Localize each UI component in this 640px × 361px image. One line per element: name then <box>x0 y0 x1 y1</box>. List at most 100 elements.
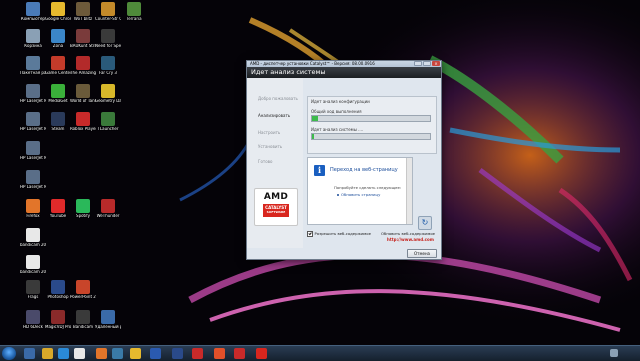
taskbar-media-icon[interactable] <box>58 348 69 359</box>
taskbar-bandicam-icon[interactable] <box>234 348 245 359</box>
desktop-shortcut-label: bandicam 2022-04-10... <box>20 270 46 274</box>
window-titlebar[interactable]: AMD - диспетчер установки Catalyst™ - Ве… <box>247 61 441 67</box>
taskbar-store-icon[interactable] <box>74 348 85 359</box>
geometry-dash-icon <box>101 84 115 98</box>
amd-url-link[interactable]: http://www.amd.com <box>387 237 434 242</box>
desktop-shortcut-label: HD 6Deck <box>23 325 43 329</box>
desktop-shortcut[interactable]: Zona <box>45 29 71 49</box>
desktop-shortcut[interactable]: Frags <box>20 280 46 300</box>
desktop-shortcut[interactable]: HP LaserJet M1130 MFP... <box>20 112 46 132</box>
step-welcome: Добро пожаловать <box>258 96 298 101</box>
taskbar-chrome-icon[interactable] <box>130 348 141 359</box>
desktop-shortcut[interactable]: Удаленный рабочий ст... <box>95 310 121 330</box>
desktop-shortcut-label: Удаленный рабочий ст... <box>95 325 121 329</box>
desktop-shortcut[interactable]: Пакетная расшифро... <box>20 56 46 76</box>
desktop-shortcut[interactable]: Компьютер <box>20 2 46 22</box>
desktop-shortcut[interactable]: HP LaserJet M1130 MFP... <box>20 84 46 104</box>
cancel-button[interactable]: Отмена <box>407 249 437 258</box>
desktop-shortcut-label: Пакетная расшифро... <box>20 71 46 75</box>
desktop-shortcut[interactable]: bandicam 2022-04-10... <box>20 228 46 248</box>
step-install: Установить <box>258 144 283 149</box>
web-content-pane[interactable]: i Переход на веб-страницу Попробуйте сде… <box>307 157 413 225</box>
desktop-shortcut[interactable]: Корзина <box>20 29 46 49</box>
desktop-shortcut[interactable]: Photoshop <box>45 280 71 300</box>
zona-icon <box>51 29 65 43</box>
maximize-button[interactable] <box>423 61 431 66</box>
desktop-shortcut[interactable]: Steam <box>45 112 71 132</box>
powerpoint-icon <box>76 280 90 294</box>
roblox-icon <box>76 112 90 126</box>
desktop-shortcut[interactable]: PowerPoint 2016 <box>70 280 96 300</box>
desktop-shortcut[interactable]: HD 6Deck <box>20 310 46 330</box>
desktop-shortcut[interactable]: World of Tanks RU <box>70 84 96 104</box>
minimize-button[interactable] <box>414 61 422 66</box>
taskbar-folder-icon[interactable] <box>42 348 53 359</box>
desktop-shortcut[interactable]: HP LaserJet M1130 MFP... <box>20 141 46 161</box>
taskbar-app-icon[interactable] <box>112 348 123 359</box>
navigation-title: Переход на веб-страницу <box>330 167 398 173</box>
taskbar-record-icon[interactable] <box>192 348 203 359</box>
taskbar-app2-icon[interactable] <box>214 348 225 359</box>
taskbar-amd-icon[interactable] <box>256 348 267 359</box>
spiderman-icon <box>76 56 90 70</box>
desktop-shortcut-label: PowerPoint 2016 <box>70 295 96 299</box>
desktop-shortcut-label: HP LaserJet M1130 MFP... <box>20 99 46 103</box>
desktop-shortcut[interactable]: WeThunder <box>95 199 121 219</box>
desktop-shortcut[interactable]: Bandicam <box>70 310 96 330</box>
chrome-icon <box>51 2 65 16</box>
checkbox-box[interactable] <box>307 231 313 237</box>
amd-installer-window: AMD - диспетчер установки Catalyst™ - Ве… <box>246 60 442 260</box>
refresh-icon[interactable]: ↻ <box>418 216 432 230</box>
web-pane-scrollbar[interactable] <box>406 158 412 224</box>
close-button[interactable]: × <box>432 61 440 66</box>
checkbox-label: Разрешить веб-содержимое <box>314 231 371 237</box>
desktop-shortcut[interactable]: Geometry Dash v2.11 <box>95 84 121 104</box>
baukunt-icon <box>76 29 90 43</box>
taskbar-word-icon[interactable] <box>150 348 161 359</box>
desktop-shortcut-label: BAUKunt Strike Bl... <box>70 44 96 48</box>
bullet-icon <box>337 193 339 196</box>
refresh-page-link[interactable]: Обновить страницу <box>341 192 380 197</box>
desktop-shortcut[interactable]: Counter-Str Global Off... <box>95 2 121 22</box>
hp-icon <box>26 84 40 98</box>
step-analyze: Анализировать <box>258 113 291 118</box>
desktop-shortcut[interactable]: Spotify <box>70 199 96 219</box>
taskbar-firefox-icon[interactable] <box>96 348 107 359</box>
desktop-shortcut[interactable]: HP LaserJet MFP M28... <box>20 170 46 190</box>
desktop-shortcut[interactable]: bandicam 2022-04-10... <box>20 255 46 275</box>
catalyst-badge-sub: SOFTWARE <box>266 210 286 214</box>
desktop-shortcut[interactable]: Game Center <box>45 56 71 76</box>
desktop-shortcut[interactable]: MagicVDJ Pro <box>45 310 71 330</box>
desktop-shortcut[interactable]: MediaGet <box>45 84 71 104</box>
start-button[interactable] <box>2 347 16 360</box>
navigation-hint: Попробуйте сделать следующее: <box>334 185 402 190</box>
allow-web-content-checkbox[interactable]: Разрешить веб-содержимое <box>307 231 371 237</box>
youtube-icon <box>51 199 65 213</box>
desktop-shortcut[interactable]: Google Chrome <box>45 2 71 22</box>
info-icon: i <box>314 165 325 176</box>
desktop-shortcut-label: HP LaserJet M1130 MFP... <box>20 127 46 131</box>
desktop-shortcut[interactable]: TLauncher <box>95 112 121 132</box>
analysis-progress-panel: Идет анализ конфигурации Общий ход выпол… <box>307 96 437 154</box>
amd-catalyst-logo: AMD CATALYST SOFTWARE <box>254 188 298 226</box>
desktop-shortcut-label: Counter-Str Global Off... <box>95 17 121 21</box>
desktop-shortcut-label: Steam <box>51 127 65 131</box>
desktop-shortcut[interactable]: Need for Speed Mo... <box>95 29 121 49</box>
desktop-shortcut[interactable]: YouTube <box>45 199 71 219</box>
desktop-shortcut-label: HP LaserJet MFP M28... <box>20 185 46 189</box>
steam-icon <box>51 112 65 126</box>
desktop-shortcut[interactable]: Firefox <box>20 199 46 219</box>
firefox-icon <box>26 199 40 213</box>
tray-icon[interactable] <box>610 349 618 357</box>
desktop-shortcut[interactable]: Far Cry 3 <box>95 56 121 76</box>
desktop-shortcut[interactable]: BAUKunt Strike Bl... <box>70 29 96 49</box>
desktop-shortcut[interactable]: The Amazing Spider-Ma... <box>70 56 96 76</box>
desktop-shortcut-label: Zona <box>52 44 64 48</box>
desktop-shortcut[interactable]: Roblox Player <box>70 112 96 132</box>
update-web-content-link[interactable]: Обновить веб-содержимое <box>381 231 435 236</box>
taskbar-explorer-icon[interactable] <box>24 348 35 359</box>
desktop-shortcut[interactable]: Terraria <box>121 2 147 22</box>
desktop-shortcut-label: The Amazing Spider-Ma... <box>70 71 96 75</box>
taskbar-photoshop-icon[interactable] <box>172 348 183 359</box>
desktop-shortcut[interactable]: WoT blitz <box>70 2 96 22</box>
